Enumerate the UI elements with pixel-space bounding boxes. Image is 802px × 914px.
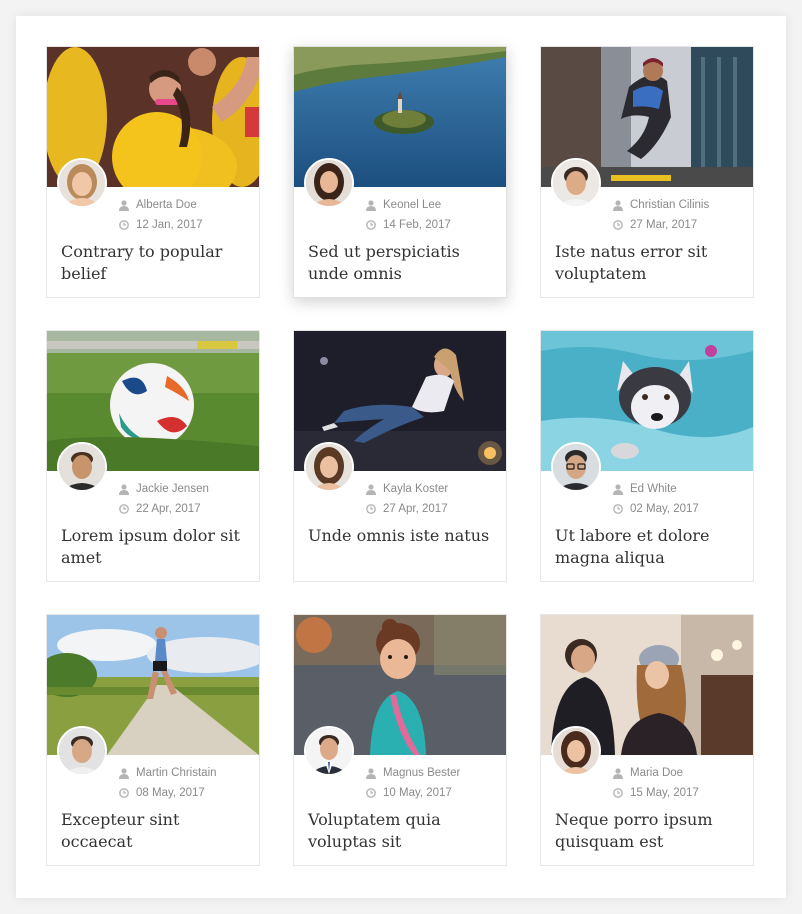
man-avatar <box>57 726 107 776</box>
post-title[interactable]: Neque porro ipsum quisquam est <box>555 809 743 853</box>
post-card[interactable]: Christian Cilinis 27 Mar, 2017 Iste natu… <box>540 46 754 298</box>
post-meta: Christian Cilinis 27 Mar, 2017 <box>613 195 709 235</box>
man-avatar <box>57 442 107 492</box>
post-date: 15 May, 2017 <box>630 787 699 799</box>
post-meta: Magnus Bester 10 May, 2017 <box>366 763 460 803</box>
post-card[interactable]: Maria Doe 15 May, 2017 Neque porro ipsum… <box>540 614 754 866</box>
post-date: 27 Apr, 2017 <box>383 503 448 515</box>
post-date: 12 Jan, 2017 <box>136 219 203 231</box>
post-meta: Ed White 02 May, 2017 <box>613 479 699 519</box>
post-card[interactable]: Jackie Jensen 22 Apr, 2017 Lorem ipsum d… <box>46 330 260 582</box>
post-title[interactable]: Sed ut perspiciatis unde omnis <box>308 241 496 285</box>
clock-icon <box>366 220 376 230</box>
post-meta: Alberta Doe 12 Jan, 2017 <box>119 195 203 235</box>
user-icon <box>613 483 623 495</box>
post-card[interactable]: Magnus Bester 10 May, 2017 Voluptatem qu… <box>293 614 507 866</box>
post-meta: Maria Doe 15 May, 2017 <box>613 763 699 803</box>
user-icon <box>366 767 376 779</box>
post-date: 08 May, 2017 <box>136 787 205 799</box>
post-title[interactable]: Contrary to popular belief <box>61 241 249 285</box>
user-icon <box>119 199 129 211</box>
post-date: 14 Feb, 2017 <box>383 219 451 231</box>
clock-icon <box>119 220 129 230</box>
author-name[interactable]: Keonel Lee <box>383 195 441 215</box>
man-avatar <box>551 158 601 208</box>
post-date: 10 May, 2017 <box>383 787 452 799</box>
post-meta: Martin Christain 08 May, 2017 <box>119 763 217 803</box>
author-name[interactable]: Christian Cilinis <box>630 195 709 215</box>
post-meta: Kayla Koster 27 Apr, 2017 <box>366 479 448 519</box>
clock-icon <box>613 504 623 514</box>
post-card[interactable]: Kayla Koster 27 Apr, 2017 Unde omnis ist… <box>293 330 507 582</box>
woman-avatar <box>57 158 107 208</box>
author-name[interactable]: Jackie Jensen <box>136 479 209 499</box>
author-name[interactable]: Martin Christain <box>136 763 217 783</box>
post-title[interactable]: Iste natus error sit voluptatem <box>555 241 743 285</box>
post-title[interactable]: Excepteur sint occaecat <box>61 809 249 853</box>
user-icon <box>613 767 623 779</box>
author-name[interactable]: Alberta Doe <box>136 195 197 215</box>
post-date: 27 Mar, 2017 <box>630 219 698 231</box>
post-meta: Keonel Lee 14 Feb, 2017 <box>366 195 451 235</box>
post-date: 02 May, 2017 <box>630 503 699 515</box>
post-card[interactable]: Ed White 02 May, 2017 Ut labore et dolor… <box>540 330 754 582</box>
user-icon <box>119 483 129 495</box>
man-glasses-avatar <box>551 442 601 492</box>
man-suit-avatar <box>304 726 354 776</box>
post-title[interactable]: Voluptatem quia voluptas sit <box>308 809 496 853</box>
author-name[interactable]: Maria Doe <box>630 763 683 783</box>
woman-avatar <box>551 726 601 776</box>
post-card[interactable]: Keonel Lee 14 Feb, 2017 Sed ut perspicia… <box>293 46 507 298</box>
post-meta: Jackie Jensen 22 Apr, 2017 <box>119 479 209 519</box>
user-icon <box>366 483 376 495</box>
clock-icon <box>613 788 623 798</box>
user-icon <box>119 767 129 779</box>
user-icon <box>366 199 376 211</box>
blog-grid-panel: Alberta Doe 12 Jan, 2017 Contrary to pop… <box>16 16 786 898</box>
clock-icon <box>613 220 623 230</box>
clock-icon <box>119 788 129 798</box>
clock-icon <box>366 788 376 798</box>
post-card[interactable]: Alberta Doe 12 Jan, 2017 Contrary to pop… <box>46 46 260 298</box>
post-title[interactable]: Lorem ipsum dolor sit amet <box>61 525 249 569</box>
user-icon <box>613 199 623 211</box>
woman-avatar <box>304 442 354 492</box>
clock-icon <box>366 504 376 514</box>
author-name[interactable]: Ed White <box>630 479 677 499</box>
post-title[interactable]: Ut labore et dolore magna aliqua <box>555 525 743 569</box>
clock-icon <box>119 504 129 514</box>
post-date: 22 Apr, 2017 <box>136 503 201 515</box>
post-card[interactable]: Martin Christain 08 May, 2017 Excepteur … <box>46 614 260 866</box>
author-name[interactable]: Magnus Bester <box>383 763 460 783</box>
author-name[interactable]: Kayla Koster <box>383 479 448 499</box>
woman-avatar <box>304 158 354 208</box>
post-title[interactable]: Unde omnis iste natus <box>308 525 496 547</box>
